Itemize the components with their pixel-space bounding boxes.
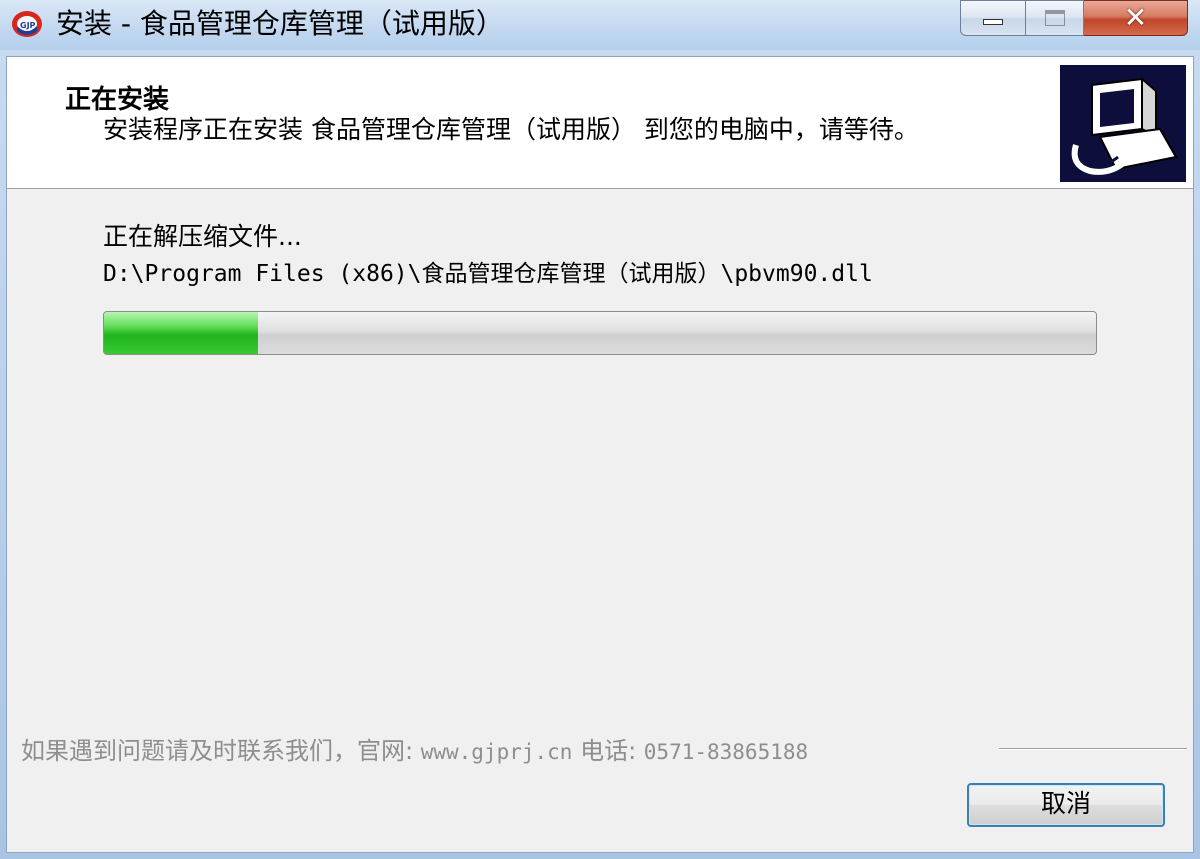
- contact-info: 如果遇到问题请及时联系我们，官网: www.gjprj.cn 电话: 0571-…: [21, 731, 808, 766]
- title-bar[interactable]: GJP 安装 - 食品管理仓库管理（试用版） ✕: [0, 0, 1200, 50]
- install-progress-fill: [104, 312, 258, 354]
- maximize-button[interactable]: [1026, 0, 1084, 36]
- installer-window: GJP 安装 - 食品管理仓库管理（试用版） ✕ 正在安装 安装程序正在安装 食…: [0, 0, 1200, 859]
- close-icon: ✕: [1123, 1, 1148, 34]
- app-logo-icon: GJP: [12, 11, 42, 37]
- phone-prefix: 电话:: [572, 737, 644, 765]
- website-text: www.gjprj.cn: [420, 740, 573, 764]
- current-file-path: D:\Program Files (x86)\食品管理仓库管理（试用版）\pbv…: [103, 261, 873, 287]
- installer-client-area: 正在安装 安装程序正在安装 食品管理仓库管理（试用版） 到您的电脑中，请等待。 …: [6, 56, 1194, 853]
- phone-text: 0571-83865188: [643, 740, 809, 764]
- page-description: 安装程序正在安装 食品管理仓库管理（试用版） 到您的电脑中，请等待。: [103, 115, 919, 144]
- svg-text:GJP: GJP: [20, 21, 36, 30]
- wizard-header: 正在安装 安装程序正在安装 食品管理仓库管理（试用版） 到您的电脑中，请等待。: [7, 57, 1193, 189]
- close-button[interactable]: ✕: [1084, 0, 1188, 36]
- install-status-text: 正在解压缩文件...: [103, 222, 302, 251]
- page-title: 正在安装: [65, 85, 170, 115]
- contact-prefix: 如果遇到问题请及时联系我们，官网:: [21, 737, 421, 765]
- minimize-button[interactable]: [960, 0, 1026, 36]
- install-progress-bar: [103, 311, 1097, 355]
- caption-buttons: ✕: [960, 0, 1188, 38]
- footer-divider: [999, 748, 1187, 750]
- minimize-icon: [983, 19, 1003, 25]
- maximize-icon: [1045, 10, 1065, 26]
- window-title: 安装 - 食品管理仓库管理（试用版）: [56, 7, 504, 40]
- cancel-button[interactable]: 取消: [967, 783, 1165, 827]
- installer-computer-icon: [1060, 65, 1186, 182]
